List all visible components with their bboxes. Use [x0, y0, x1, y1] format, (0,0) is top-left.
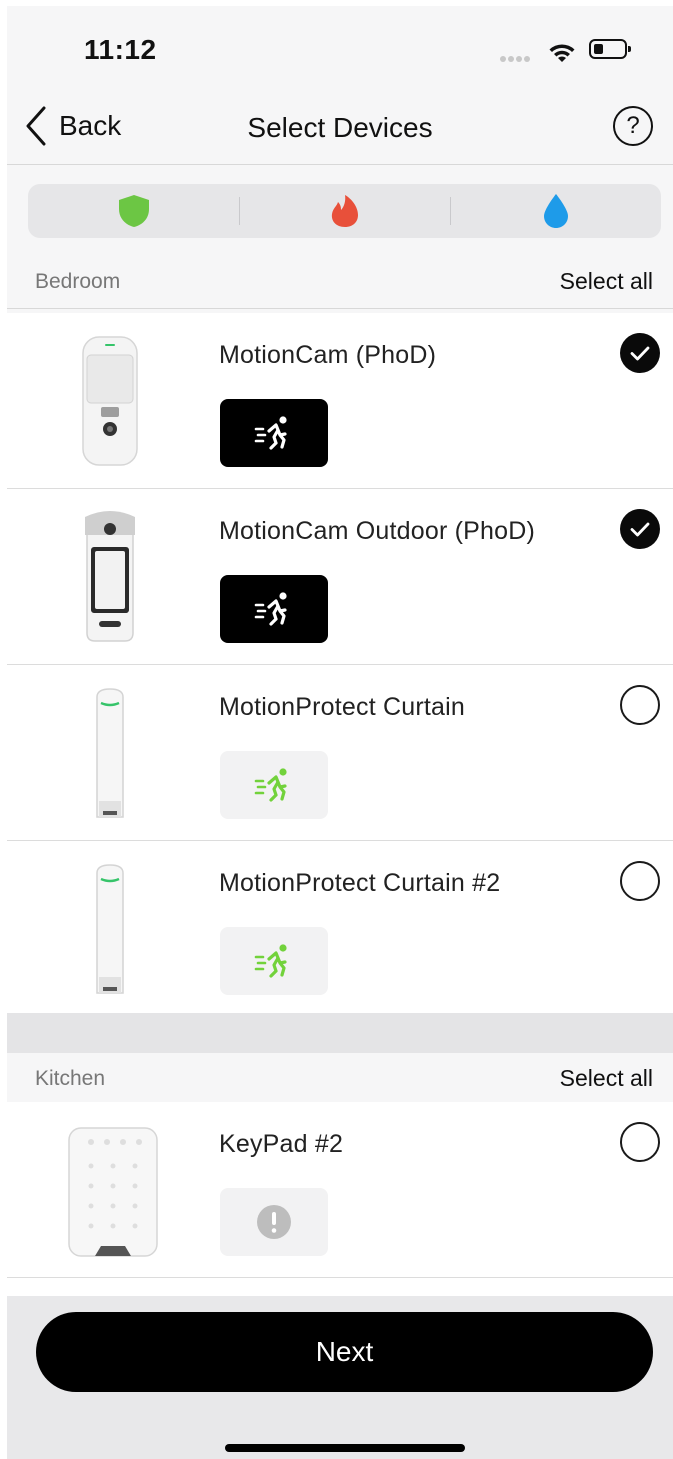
device-name: MotionProtect Curtain [219, 693, 465, 721]
checkmark-icon [630, 346, 650, 361]
select-all-button[interactable]: Select all [560, 268, 653, 295]
device-type-filter [28, 184, 661, 238]
flame-icon [331, 195, 358, 227]
section-header-kitchen: Kitchen Select all [7, 1053, 673, 1106]
checkbox-unchecked[interactable] [620, 685, 660, 725]
list-item[interactable]: MotionProtect Curtain #2 [7, 841, 673, 1017]
section-divider [7, 1013, 673, 1053]
list-item[interactable]: MotionProtect Curtain [7, 665, 673, 841]
tab-water[interactable] [450, 184, 661, 238]
motion-detection-badge [220, 751, 328, 819]
motion-detection-badge [220, 927, 328, 995]
motioncam-device-image [82, 336, 138, 466]
device-name: KeyPad #2 [219, 1130, 344, 1158]
device-name: MotionCam Outdoor (PhoD) [219, 517, 536, 545]
motioncam-outdoor-device-image [85, 511, 135, 642]
motion-detection-badge [220, 399, 328, 467]
screen: 11:12 Back Select Devices ? Bedroom Sele… [7, 6, 673, 1459]
device-name: MotionProtect Curtain #2 [219, 869, 501, 897]
motionprotect-curtain-device-image [96, 688, 124, 818]
section-title: Kitchen [35, 1067, 106, 1090]
checkbox-unchecked[interactable] [620, 1122, 660, 1162]
device-list-bedroom: MotionCam (PhoD) MotionCam Outdoor (PhoD… [7, 313, 673, 1017]
status-bar: 11:12 [7, 6, 673, 92]
tab-fire[interactable] [239, 184, 450, 238]
device-list-kitchen: KeyPad #2 [7, 1102, 673, 1302]
running-person-icon [254, 592, 287, 626]
motionprotect-curtain-device-image [96, 864, 124, 994]
checkbox-unchecked[interactable] [620, 861, 660, 901]
checkbox-checked[interactable] [620, 509, 660, 549]
help-button[interactable]: ? [613, 106, 653, 146]
shield-icon [118, 195, 149, 227]
warning-icon [257, 1205, 291, 1239]
home-indicator [225, 1444, 465, 1452]
running-person-icon [254, 416, 287, 450]
navigation-bar: Back Select Devices ? [7, 92, 673, 165]
section-header-bedroom: Bedroom Select all [7, 256, 673, 309]
device-name: MotionCam (PhoD) [219, 341, 437, 369]
motion-detection-badge [220, 575, 328, 643]
bottom-action-bar: Next [7, 1296, 673, 1459]
status-time: 11:12 [84, 34, 157, 65]
water-drop-icon [543, 194, 568, 228]
select-all-button[interactable]: Select all [560, 1065, 653, 1092]
signal-dots-icon [500, 56, 534, 62]
next-button[interactable]: Next [36, 1312, 653, 1392]
keypad-device-image [68, 1127, 158, 1257]
section-title: Bedroom [35, 270, 121, 293]
running-person-icon [254, 944, 287, 978]
tab-security[interactable] [28, 184, 239, 238]
list-item[interactable]: MotionCam (PhoD) [7, 313, 673, 489]
page-title: Select Devices [247, 112, 433, 143]
checkbox-checked[interactable] [620, 333, 660, 373]
checkmark-icon [630, 522, 650, 537]
list-item[interactable]: MotionCam Outdoor (PhoD) [7, 489, 673, 665]
status-badge [220, 1188, 328, 1256]
running-person-icon [254, 768, 287, 802]
wifi-icon [549, 44, 575, 62]
list-item[interactable]: KeyPad #2 [7, 1102, 673, 1278]
battery-icon [589, 39, 631, 59]
